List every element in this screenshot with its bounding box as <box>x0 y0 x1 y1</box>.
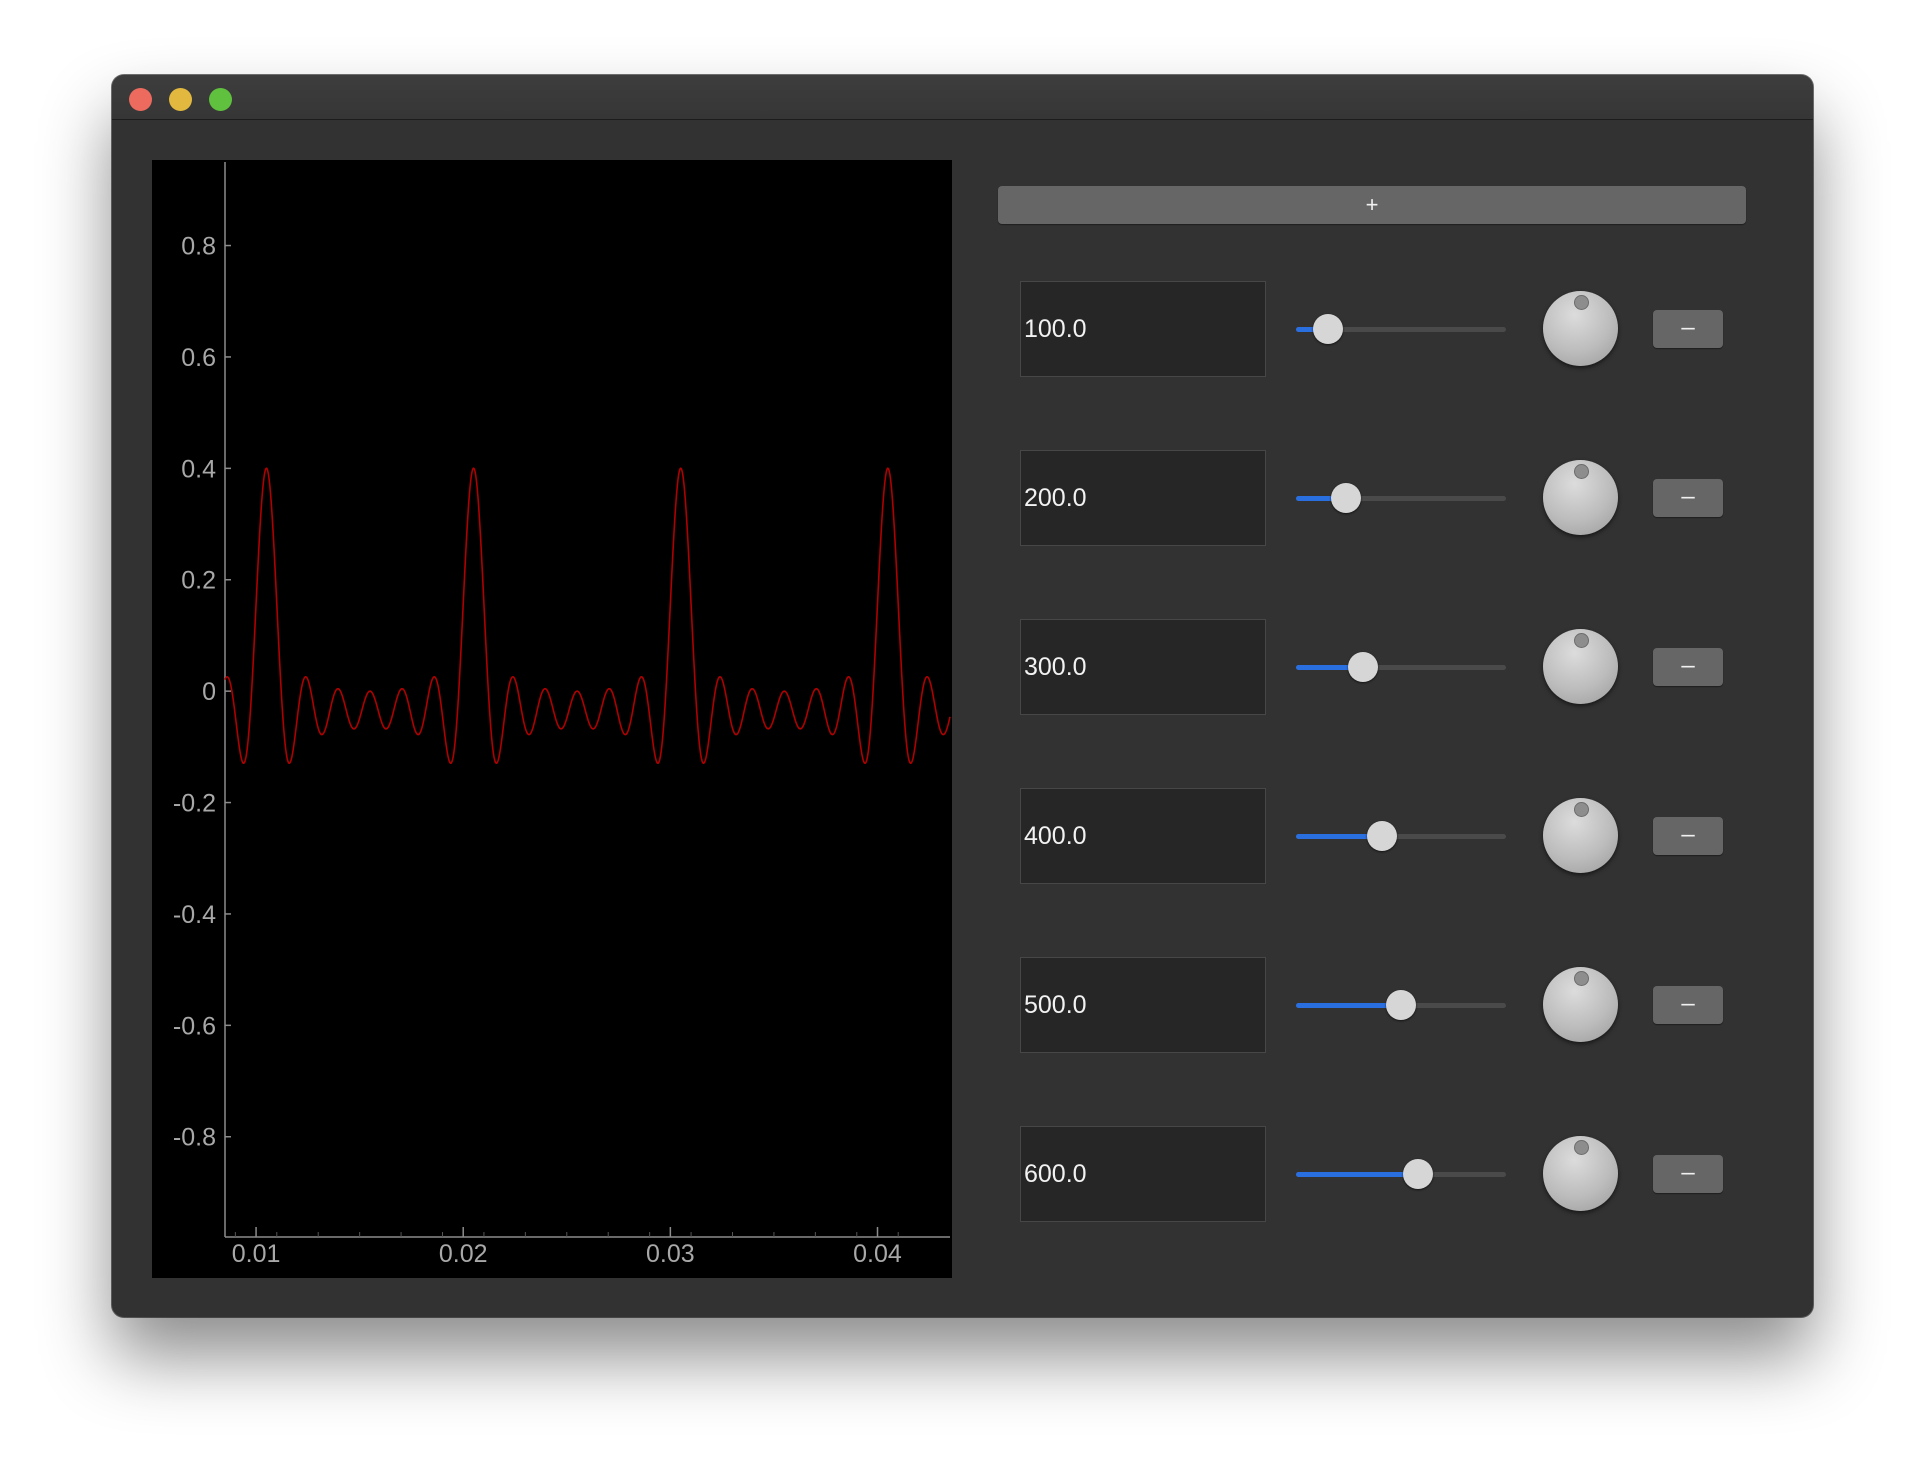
x-tick-label: 0.04 <box>853 1240 902 1268</box>
knob-indicator-icon <box>1574 295 1589 310</box>
frequency-input[interactable] <box>1020 1126 1266 1222</box>
remove-oscillator-button[interactable]: – <box>1653 986 1723 1024</box>
frequency-input[interactable] <box>1020 619 1266 715</box>
remove-oscillator-button[interactable]: – <box>1653 648 1723 686</box>
knob-indicator-icon <box>1574 633 1589 648</box>
frequency-input[interactable] <box>1020 450 1266 546</box>
frequency-input[interactable] <box>1020 788 1266 884</box>
y-tick-label: -0.4 <box>173 901 216 929</box>
title-bar <box>112 75 1813 120</box>
x-tick-label: 0.03 <box>646 1240 695 1268</box>
slider-fill <box>1296 1172 1418 1177</box>
frequency-slider[interactable] <box>1296 652 1506 682</box>
x-tick-label: 0.02 <box>439 1240 488 1268</box>
amplitude-knob[interactable] <box>1543 460 1618 535</box>
y-tick-label: 0 <box>202 678 216 706</box>
slider-thumb[interactable] <box>1331 483 1361 513</box>
amplitude-knob[interactable] <box>1543 798 1618 873</box>
frequency-slider[interactable] <box>1296 314 1506 344</box>
frequency-slider[interactable] <box>1296 1159 1506 1189</box>
frequency-slider[interactable] <box>1296 821 1506 851</box>
amplitude-knob[interactable] <box>1543 629 1618 704</box>
y-tick-label: -0.2 <box>173 790 216 818</box>
frequency-input[interactable] <box>1020 281 1266 377</box>
y-tick-label: 0.4 <box>181 455 216 483</box>
waveform-series <box>224 467 951 765</box>
amplitude-knob[interactable] <box>1543 967 1618 1042</box>
frequency-slider[interactable] <box>1296 990 1506 1020</box>
waveform-chart: 0.8 0.6 0.4 0.2 0 -0.2 -0.4 -0.6 -0.8 0.01 0.02 0.0… <box>173 162 951 1268</box>
remove-oscillator-button[interactable]: – <box>1653 1155 1723 1193</box>
knob-indicator-icon <box>1574 1140 1589 1155</box>
slider-thumb[interactable] <box>1348 652 1378 682</box>
remove-oscillator-button[interactable]: – <box>1653 817 1723 855</box>
remove-oscillator-button[interactable]: – <box>1653 310 1723 348</box>
y-tick-label: -0.6 <box>173 1012 216 1040</box>
amplitude-knob[interactable] <box>1543 1136 1618 1211</box>
app-window: 0.8 0.6 0.4 0.2 0 -0.2 -0.4 -0.6 -0.8 0.01 0.02 0.0… <box>112 75 1813 1317</box>
y-tick-label: 0.8 <box>181 233 216 261</box>
add-oscillator-button[interactable]: + <box>998 186 1746 224</box>
slider-thumb[interactable] <box>1403 1159 1433 1189</box>
x-tick-label: 0.01 <box>232 1240 281 1268</box>
y-tick-label: 0.6 <box>181 344 216 372</box>
close-window-button[interactable] <box>129 88 152 111</box>
knob-indicator-icon <box>1574 802 1589 817</box>
maximize-window-button[interactable] <box>209 88 232 111</box>
slider-thumb[interactable] <box>1386 990 1416 1020</box>
minimize-window-button[interactable] <box>169 88 192 111</box>
frequency-slider[interactable] <box>1296 483 1506 513</box>
knob-indicator-icon <box>1574 971 1589 986</box>
frequency-input[interactable] <box>1020 957 1266 1053</box>
knob-indicator-icon <box>1574 464 1589 479</box>
y-tick-label: 0.2 <box>181 567 216 595</box>
remove-oscillator-button[interactable]: – <box>1653 479 1723 517</box>
slider-thumb[interactable] <box>1313 314 1343 344</box>
amplitude-knob[interactable] <box>1543 291 1618 366</box>
waveform-plot: 0.8 0.6 0.4 0.2 0 -0.2 -0.4 -0.6 -0.8 0.01 0.02 0.0… <box>152 160 952 1278</box>
y-tick-label: -0.8 <box>173 1124 216 1152</box>
slider-thumb[interactable] <box>1367 821 1397 851</box>
